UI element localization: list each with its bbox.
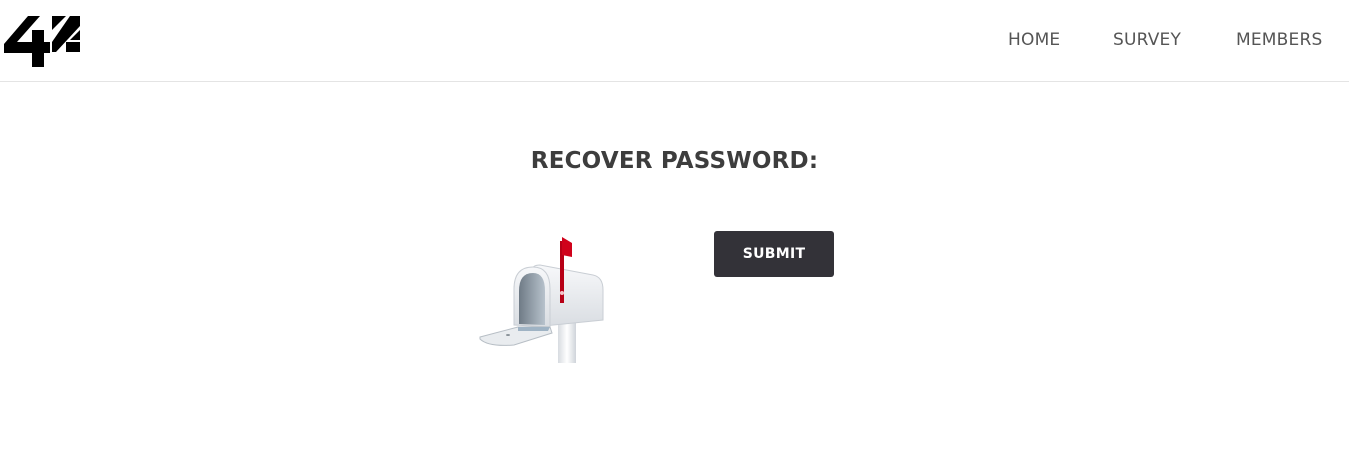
nav-home-link[interactable]: HOME [1008,30,1060,50]
nav-survey-link[interactable]: SURVEY [1113,30,1181,50]
page-title: RECOVER PASSWORD: [530,148,819,174]
mailbox-icon [478,235,608,363]
nav-members-link[interactable]: MEMBERS [1236,30,1322,50]
42-logo-icon[interactable] [4,14,80,68]
top-navbar: HOME SURVEY MEMBERS [0,0,1349,82]
submit-button[interactable]: SUBMIT [714,231,834,277]
